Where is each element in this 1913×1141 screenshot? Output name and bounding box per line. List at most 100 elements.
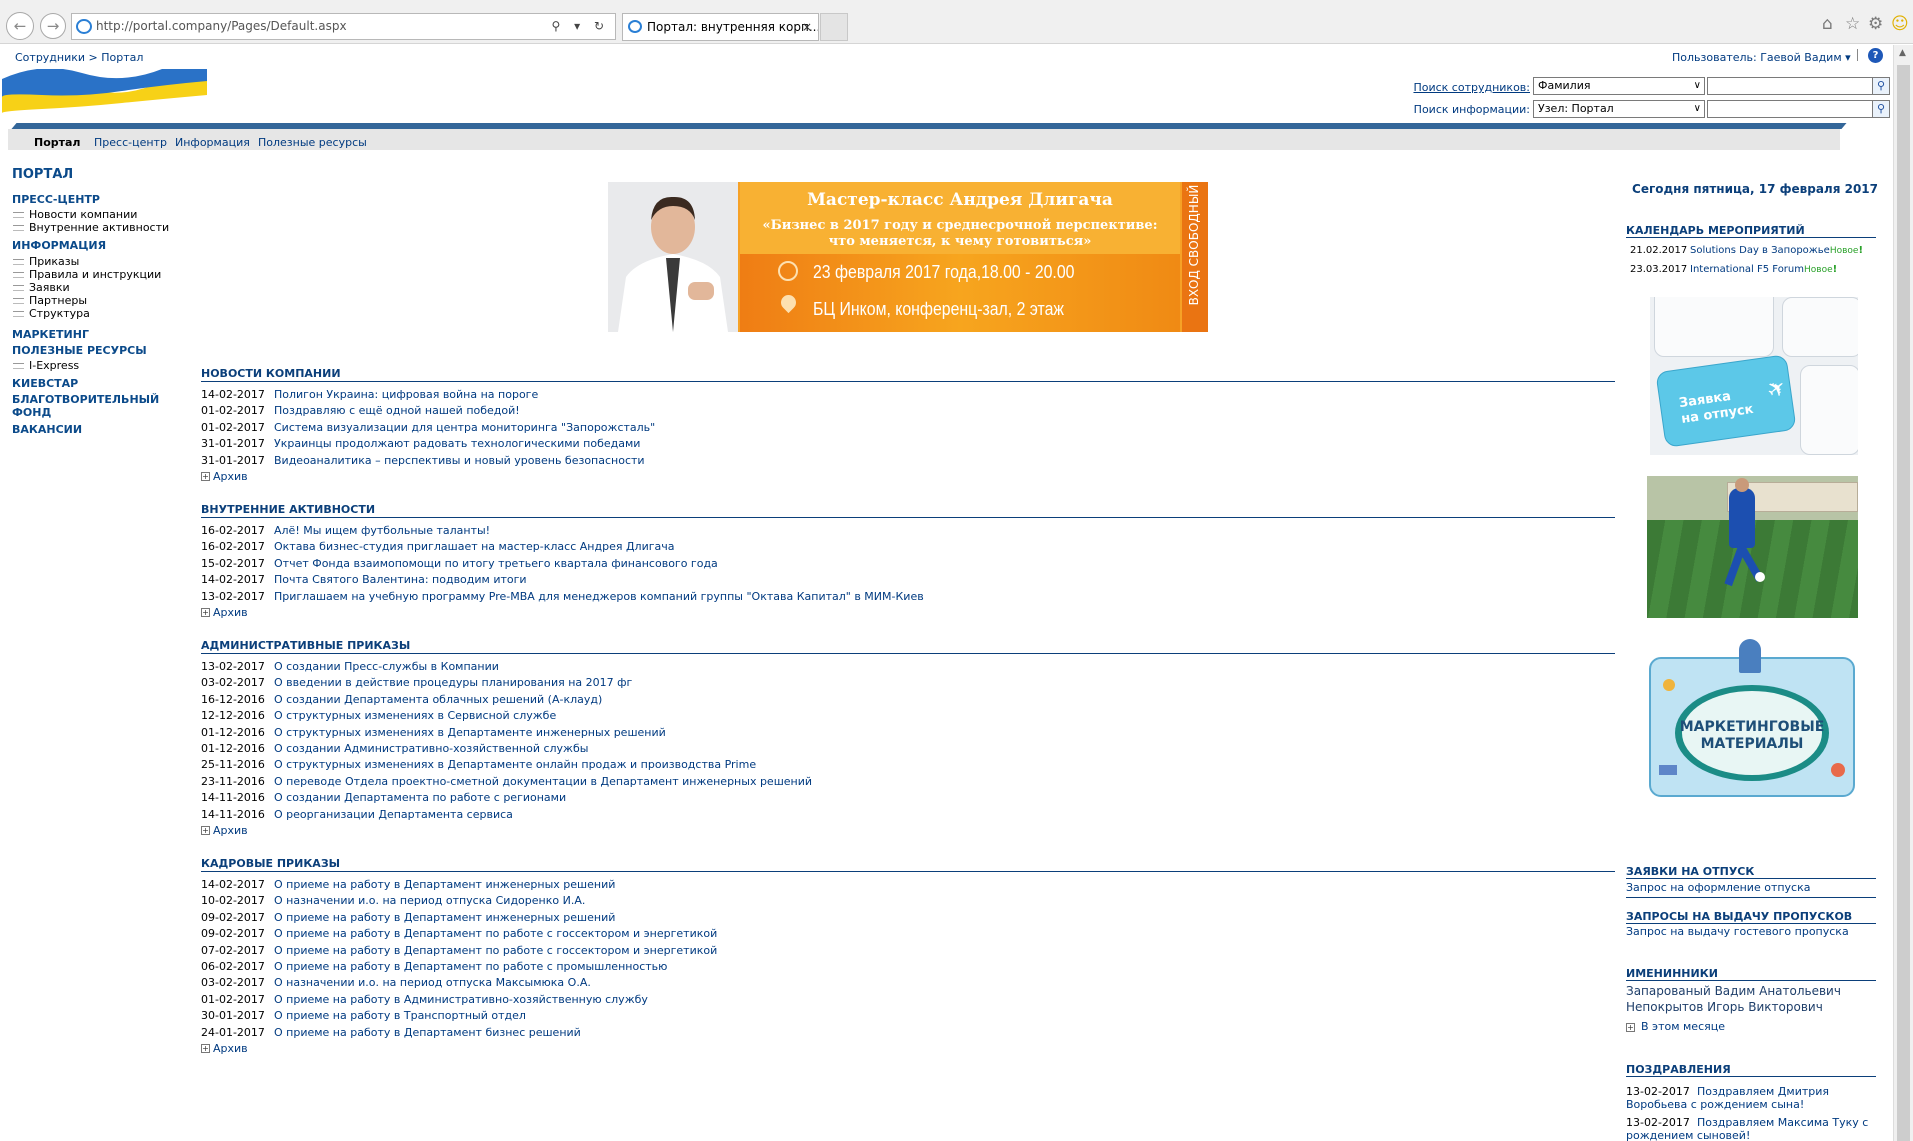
list-item[interactable]: 13-02-2017 Приглашаем на учебную программ…	[201, 589, 1615, 605]
list-item[interactable]: 25-11-2016 О структурных изменениях в Деп…	[201, 757, 1615, 773]
item-link[interactable]: О приеме на работу в Административно-хоз…	[274, 993, 648, 1006]
item-link[interactable]: О реорганизации Департамента сервиса	[274, 808, 513, 821]
item-link[interactable]: О введении в действие процедуры планиров…	[274, 676, 632, 689]
menu-item-portal[interactable]: Портал	[28, 131, 86, 154]
list-item[interactable]: 16-02-2017 Алё! Мы ищем футбольные талант…	[201, 523, 1615, 539]
item-link[interactable]: Отчет Фонда взаимопомощи по итогу третье…	[274, 557, 718, 570]
item-link[interactable]: О назначении и.о. на период отпуска Макс…	[274, 976, 591, 989]
menu-item-press-center[interactable]: Пресс-центр	[94, 136, 167, 149]
new-tab-button[interactable]	[820, 13, 848, 41]
list-item[interactable]: 15-02-2017 Отчет Фонда взаимопомощи по ит…	[201, 556, 1615, 572]
item-link[interactable]: Алё! Мы ищем футбольные таланты!	[274, 524, 490, 537]
event-link[interactable]: International F5 Forum	[1690, 264, 1804, 275]
pass-section-title[interactable]: ЗАПРОСЫ НА ВЫДАЧУ ПРОПУСКОВ	[1626, 910, 1876, 924]
list-item[interactable]: 14-02-2017 Почта Святого Валентина: подво…	[201, 572, 1615, 588]
info-search-select[interactable]: Узел: Портал ∨	[1533, 100, 1705, 118]
calendar-title[interactable]: КАЛЕНДАРЬ МЕРОПРИЯТИЙ	[1626, 224, 1876, 238]
breadcrumb[interactable]: Сотрудники > Портал	[15, 51, 143, 64]
favorites-star-icon[interactable]: ☆	[1845, 14, 1860, 34]
list-item[interactable]: 14-02-2017 О приеме на работу в Департаме…	[201, 877, 1615, 893]
list-item[interactable]: 24-01-2017 О приеме на работу в Департаме…	[201, 1025, 1615, 1041]
forward-button[interactable]: →	[40, 13, 66, 39]
item-link[interactable]: Полигон Украина: цифровая война на порог…	[274, 388, 538, 401]
list-item[interactable]: 06-02-2017 О приеме на работу в Департаме…	[201, 959, 1615, 975]
list-item[interactable]: 01-02-2017 Система визуализации для центр…	[201, 420, 1615, 436]
item-link[interactable]: О структурных изменениях в Департаменте …	[274, 758, 756, 771]
nav-item-rules[interactable]: Правила и инструкции	[13, 268, 161, 281]
scrollbar-thumb[interactable]	[1897, 65, 1910, 1141]
scroll-up-arrow-icon[interactable]: ▲	[1899, 48, 1906, 58]
vacation-request-tile[interactable]: Заявка на отпуск ✈	[1650, 297, 1858, 455]
smiley-feedback-icon[interactable]: ☺	[1891, 14, 1909, 34]
back-button[interactable]: ←	[6, 12, 34, 40]
item-link[interactable]: О создании Департамента по работе с реги…	[274, 791, 566, 804]
list-item[interactable]: 23-11-2016 О переводе Отдела проектно-сме…	[201, 774, 1615, 790]
item-link[interactable]: Приглашаем на учебную программу Pre-MBA …	[274, 590, 924, 603]
item-link[interactable]: О приеме на работу в Департамент по рабо…	[274, 927, 717, 940]
marketing-materials-tile[interactable]: МАРКЕТИНГОВЫЕ МАТЕРИАЛЫ	[1649, 639, 1855, 797]
list-item[interactable]: 01-02-2017 О приеме на работу в Администр…	[201, 992, 1615, 1008]
search-icon[interactable]: ⚲	[551, 19, 565, 33]
list-item[interactable]: 30-01-2017 О приеме на работу в Транспорт…	[201, 1008, 1615, 1024]
birthday-person[interactable]: Запарованый Вадим Анатольевич	[1626, 984, 1841, 998]
item-link[interactable]: О структурных изменениях в Департаменте …	[274, 726, 666, 739]
employee-search-input[interactable]	[1707, 77, 1873, 95]
list-item[interactable]: 14-02-2017 Полигон Украина: цифровая войн…	[201, 387, 1615, 403]
list-item[interactable]: 31-01-2017 Украинцы продолжают радовать т…	[201, 436, 1615, 452]
nav-item-i-express[interactable]: I-Express	[13, 359, 79, 372]
calendar-event[interactable]: 21.02.2017 Solutions Day в ЗапорожьеНовое…	[1630, 245, 1863, 256]
item-link[interactable]: О приеме на работу в Департамент по рабо…	[274, 960, 667, 973]
item-link[interactable]: О создании Департамента облачных решений…	[274, 693, 602, 706]
list-item[interactable]: 03-02-2017 О назначении и.о. на период от…	[201, 975, 1615, 991]
section-title[interactable]: АДМИНИСТРАТИВНЫЕ ПРИКАЗЫ	[201, 639, 1615, 654]
dropdown-icon[interactable]: ▾	[574, 19, 585, 33]
list-item[interactable]: 16-12-2016 О создании Департамента облачн…	[201, 692, 1615, 708]
list-item[interactable]: 31-01-2017 Видеоаналитика – перспективы и…	[201, 453, 1615, 469]
browser-tab[interactable]: Портал: внутренняя корп... ×	[622, 13, 819, 41]
left-nav-title[interactable]: ПОРТАЛ	[12, 168, 73, 181]
vacation-request-link[interactable]: Запрос на оформление отпуска	[1626, 881, 1811, 894]
nav-kyivstar[interactable]: КИЕВСТАР	[12, 377, 78, 390]
item-link[interactable]: Система визуализации для центра монитори…	[274, 421, 655, 434]
item-link[interactable]: О приеме на работу в Департамент инженер…	[274, 911, 615, 924]
master-class-banner[interactable]: Мастер-класс Андрея Длигача «Бизнес в 20…	[608, 182, 1208, 332]
item-link[interactable]: О создании Пресс-службы в Компании	[274, 660, 499, 673]
event-link[interactable]: Solutions Day в Запорожье	[1690, 245, 1830, 256]
item-link[interactable]: О приеме на работу в Департамент инженер…	[274, 878, 615, 891]
item-link[interactable]: Украинцы продолжают радовать технологиче…	[274, 437, 640, 450]
nav-item-orders[interactable]: Приказы	[13, 255, 79, 268]
tab-close-icon[interactable]: ×	[802, 14, 812, 40]
nav-vacancies[interactable]: ВАКАНСИИ	[12, 423, 82, 436]
congrats-item[interactable]: 13-02-2017 Поздравляем Максима Туку с рож…	[1626, 1116, 1868, 1141]
address-controls[interactable]: ⚲ ▾ ↻	[551, 14, 609, 39]
birthdays-month-link[interactable]: + В этом месяце	[1626, 1020, 1725, 1033]
list-item[interactable]: 16-02-2017 Октава бизнес-студия приглашае…	[201, 539, 1615, 555]
ukraine-flag-logo[interactable]	[2, 69, 207, 113]
list-item[interactable]: 07-02-2017 О приеме на работу в Департаме…	[201, 943, 1615, 959]
menu-item-useful-resources[interactable]: Полезные ресурсы	[258, 136, 367, 149]
employee-search-label[interactable]: Поиск сотрудников:	[1310, 81, 1530, 94]
congrats-section-title[interactable]: ПОЗДРАВЛЕНИЯ	[1626, 1063, 1876, 1077]
home-icon[interactable]: ⌂	[1822, 14, 1833, 34]
refresh-icon[interactable]: ↻	[594, 19, 609, 33]
list-item[interactable]: 09-02-2017 О приеме на работу в Департаме…	[201, 910, 1615, 926]
employee-search-go-icon[interactable]: ⚲	[1872, 77, 1890, 95]
item-link[interactable]: Поздравляю с ещё одной нашей победой!	[274, 404, 520, 417]
help-icon[interactable]: ?	[1868, 48, 1883, 63]
item-link[interactable]: О создании Административно-хозяйственной…	[274, 742, 588, 755]
archive-link[interactable]: + Архив	[201, 469, 1615, 485]
nav-press-center[interactable]: ПРЕСС-ЦЕНТР	[12, 193, 100, 206]
user-menu[interactable]: Пользователь: Гаевой Вадим ▾	[1672, 51, 1851, 64]
nav-marketing[interactable]: МАРКЕТИНГ	[12, 328, 89, 341]
congrats-item[interactable]: 13-02-2017 Поздравляем Дмитрия Воробьева …	[1626, 1085, 1829, 1111]
nav-item-structure[interactable]: Структура	[13, 307, 90, 320]
list-item[interactable]: 01-02-2017 Поздравляю с ещё одной нашей п…	[201, 403, 1615, 419]
info-search-go-icon[interactable]: ⚲	[1872, 100, 1890, 118]
nav-item-requests[interactable]: Заявки	[13, 281, 70, 294]
item-link[interactable]: О приеме на работу в Департамент по рабо…	[274, 944, 717, 957]
employee-search-select[interactable]: Фамилия ∨	[1533, 77, 1705, 95]
item-link[interactable]: О назначении и.о. на период отпуска Сидо…	[274, 894, 585, 907]
settings-gear-icon[interactable]: ⚙	[1868, 14, 1883, 34]
birthdays-section-title[interactable]: ИМЕНИННИКИ	[1626, 967, 1876, 981]
nav-item-internal-activities[interactable]: Внутренние активности	[13, 221, 169, 234]
